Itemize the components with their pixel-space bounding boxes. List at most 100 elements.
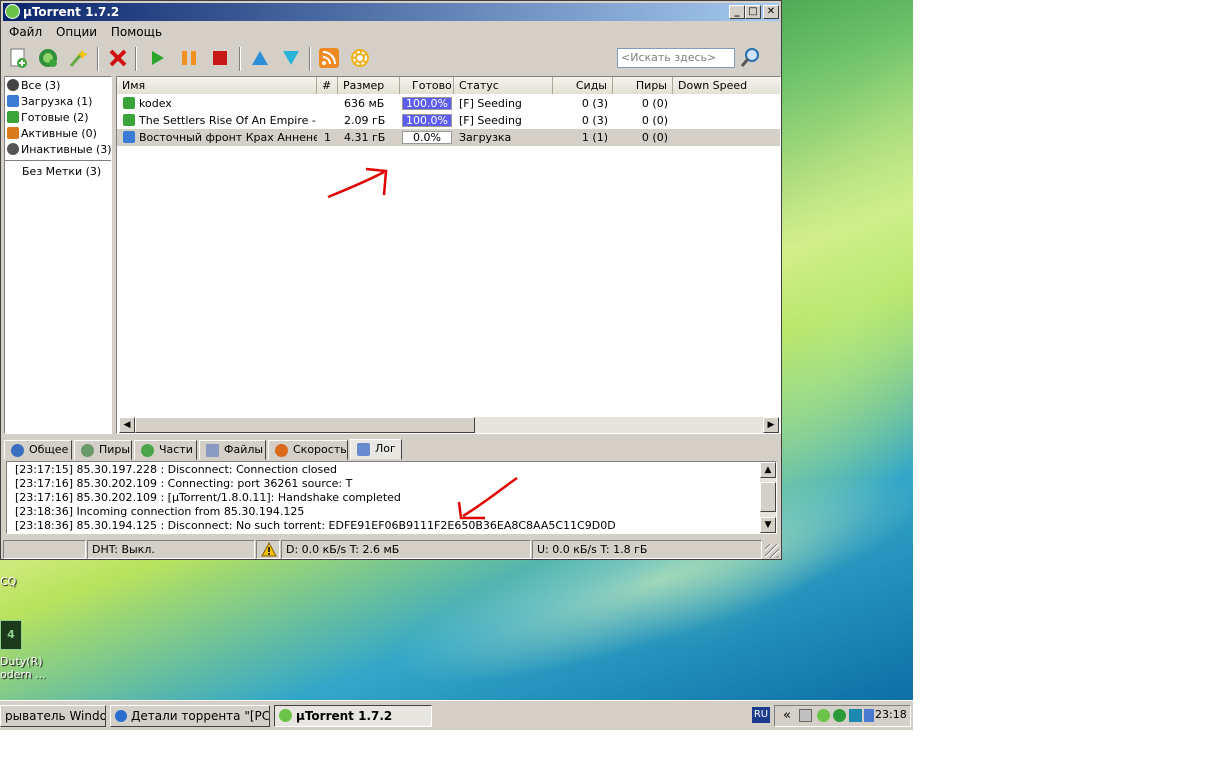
move-up-icon[interactable] [249, 47, 271, 69]
torrent-status: [F] Seeding [459, 97, 522, 110]
window-title: µTorrent 1.7.2 [23, 5, 120, 19]
icq-desktop-icon[interactable]: CQ [0, 565, 30, 595]
add-torrent-icon[interactable] [7, 47, 29, 69]
sidebar-item-completed[interactable]: Готовые (2) [7, 110, 89, 126]
pause-icon[interactable] [178, 47, 200, 69]
pieces-icon [141, 444, 154, 457]
search-input[interactable]: <Искать здесь> [617, 48, 735, 68]
log-line: [23:18:36] Incoming connection from 85.3… [15, 505, 305, 518]
add-url-icon[interactable] [37, 47, 59, 69]
column-name[interactable]: Имя [117, 77, 317, 94]
sidebar-divider [5, 160, 111, 161]
torrent-status: Загрузка [459, 131, 512, 144]
toolbar-separator [135, 47, 137, 71]
torrent-row[interactable]: The Settlers Rise Of An Empire - T... 2.… [117, 112, 780, 129]
messenger-tray-icon[interactable] [849, 709, 862, 722]
active-icon [7, 127, 19, 139]
menu-file[interactable]: Файл [9, 25, 42, 39]
column-done[interactable]: Готово [400, 77, 454, 94]
log-line: [23:17:16] 85.30.202.109 : [µTorrent/1.8… [15, 491, 401, 504]
taskbar: рыватель Windo... Детали торрента "[PC] … [0, 700, 913, 730]
start-icon[interactable] [146, 47, 168, 69]
sidebar-item-label: Все (3) [21, 79, 61, 92]
scrollbar-thumb[interactable] [760, 482, 776, 512]
menu-help[interactable]: Помощь [111, 25, 162, 39]
icq-label: CQ [0, 575, 17, 588]
torrent-name: Восточный фронт Крах Анненербе [139, 131, 317, 144]
sidebar-item-all[interactable]: Все (3) [7, 78, 60, 94]
search-icon[interactable] [739, 47, 761, 69]
tab-speed[interactable]: Скорость [268, 440, 348, 460]
scroll-left-icon[interactable]: ◀ [119, 417, 135, 433]
speed-icon [275, 444, 288, 457]
network-icon[interactable] [799, 709, 812, 722]
torrent-peers: 0 (0) [641, 97, 668, 110]
horizontal-scrollbar[interactable]: ◀ ▶ [119, 417, 779, 433]
tab-label: Части [159, 443, 193, 456]
game-icon: 4 [0, 620, 22, 650]
sidebar-item-downloading[interactable]: Загрузка (1) [7, 94, 92, 110]
category-sidebar: Все (3) Загрузка (1) Готовые (2) Активны… [4, 76, 112, 434]
torrent-peers: 0 (0) [641, 114, 668, 127]
tab-files[interactable]: Файлы [199, 440, 266, 460]
scroll-down-icon[interactable]: ▼ [760, 517, 776, 533]
call-of-duty-desktop-icon[interactable]: 4 Duty(R) odern ... [0, 620, 60, 690]
cod-label-line1: Duty(R) [0, 655, 43, 668]
app-tray-icon[interactable] [864, 709, 874, 722]
vertical-scrollbar[interactable]: ▲ ▼ [760, 462, 776, 533]
taskbar-button-explorer[interactable]: рыватель Windo... [0, 705, 106, 727]
move-down-icon[interactable] [280, 47, 302, 69]
column-peers[interactable]: Пиры [613, 77, 673, 94]
tab-peers[interactable]: Пиры [74, 440, 132, 460]
tab-pieces[interactable]: Части [134, 440, 197, 460]
taskbar-button-label: Детали торрента "[PC] ... [131, 709, 270, 723]
sidebar-item-active[interactable]: Активные (0) [7, 126, 97, 142]
column-down-speed[interactable]: Down Speed [673, 77, 780, 94]
menu-options[interactable]: Опции [56, 25, 97, 39]
torrent-row[interactable]: kodex 636 мБ 100.0% [F] Seeding 0 (3) 0 … [117, 95, 780, 112]
files-icon [206, 444, 219, 457]
sidebar-item-no-label[interactable]: Без Метки (3) [22, 164, 101, 180]
torrent-row[interactable]: Восточный фронт Крах Анненербе 1 4.31 гБ… [117, 129, 780, 146]
dht-status: DHT: Выкл. [87, 540, 255, 559]
sidebar-item-inactive[interactable]: Инактивные (3) [7, 142, 112, 158]
title-bar[interactable]: µTorrent 1.7.2 _ □ ✕ [3, 3, 779, 21]
scroll-up-icon[interactable]: ▲ [760, 462, 776, 478]
progress-text: 100.0% [406, 114, 448, 127]
sidebar-item-label: Загрузка (1) [21, 95, 93, 108]
utorrent-tray-icon[interactable] [833, 709, 846, 722]
resize-grip-icon[interactable] [765, 544, 779, 558]
language-indicator[interactable]: RU [752, 707, 770, 723]
maximize-button[interactable]: □ [745, 5, 761, 19]
column-header: Имя # Размер Готово Статус Сиды Пиры Dow… [117, 77, 780, 94]
torrent-number: 1 [324, 131, 331, 144]
torrent-list: Имя # Размер Готово Статус Сиды Пиры Dow… [116, 76, 781, 434]
stop-icon[interactable] [209, 47, 231, 69]
column-status[interactable]: Статус [454, 77, 553, 94]
taskbar-button-browser[interactable]: Детали торрента "[PC] ... [110, 705, 270, 727]
log-panel[interactable]: [23:17:15] 85.30.197.228 : Disconnect: C… [6, 461, 777, 534]
log-line: [23:18:36] 85.30.194.125 : Disconnect: N… [15, 519, 616, 532]
tab-log[interactable]: Лог [350, 439, 402, 460]
all-icon [7, 79, 19, 91]
scroll-right-icon[interactable]: ▶ [763, 417, 779, 433]
tray-expand-icon[interactable]: « [783, 708, 791, 723]
torrent-seeds: 0 (3) [581, 97, 608, 110]
tab-general[interactable]: Общее [4, 440, 72, 460]
warning-icon[interactable] [256, 540, 280, 559]
scrollbar-thumb[interactable] [135, 417, 475, 433]
status-empty [3, 540, 86, 559]
column-size[interactable]: Размер [338, 77, 400, 94]
column-number[interactable]: # [317, 77, 338, 94]
utorrent-tray-icon[interactable] [817, 709, 830, 722]
close-button[interactable]: ✕ [763, 5, 779, 19]
rss-icon[interactable] [318, 47, 340, 69]
create-torrent-icon[interactable] [67, 47, 89, 69]
minimize-button[interactable]: _ [729, 5, 745, 19]
download-status: D: 0.0 кБ/s T: 2.6 мБ [281, 540, 531, 559]
progress-bar: 100.0% [402, 97, 452, 110]
column-seeds[interactable]: Сиды [553, 77, 613, 94]
remove-icon[interactable] [107, 47, 129, 69]
taskbar-button-utorrent[interactable]: µTorrent 1.7.2 [274, 705, 432, 727]
settings-icon[interactable] [349, 47, 371, 69]
